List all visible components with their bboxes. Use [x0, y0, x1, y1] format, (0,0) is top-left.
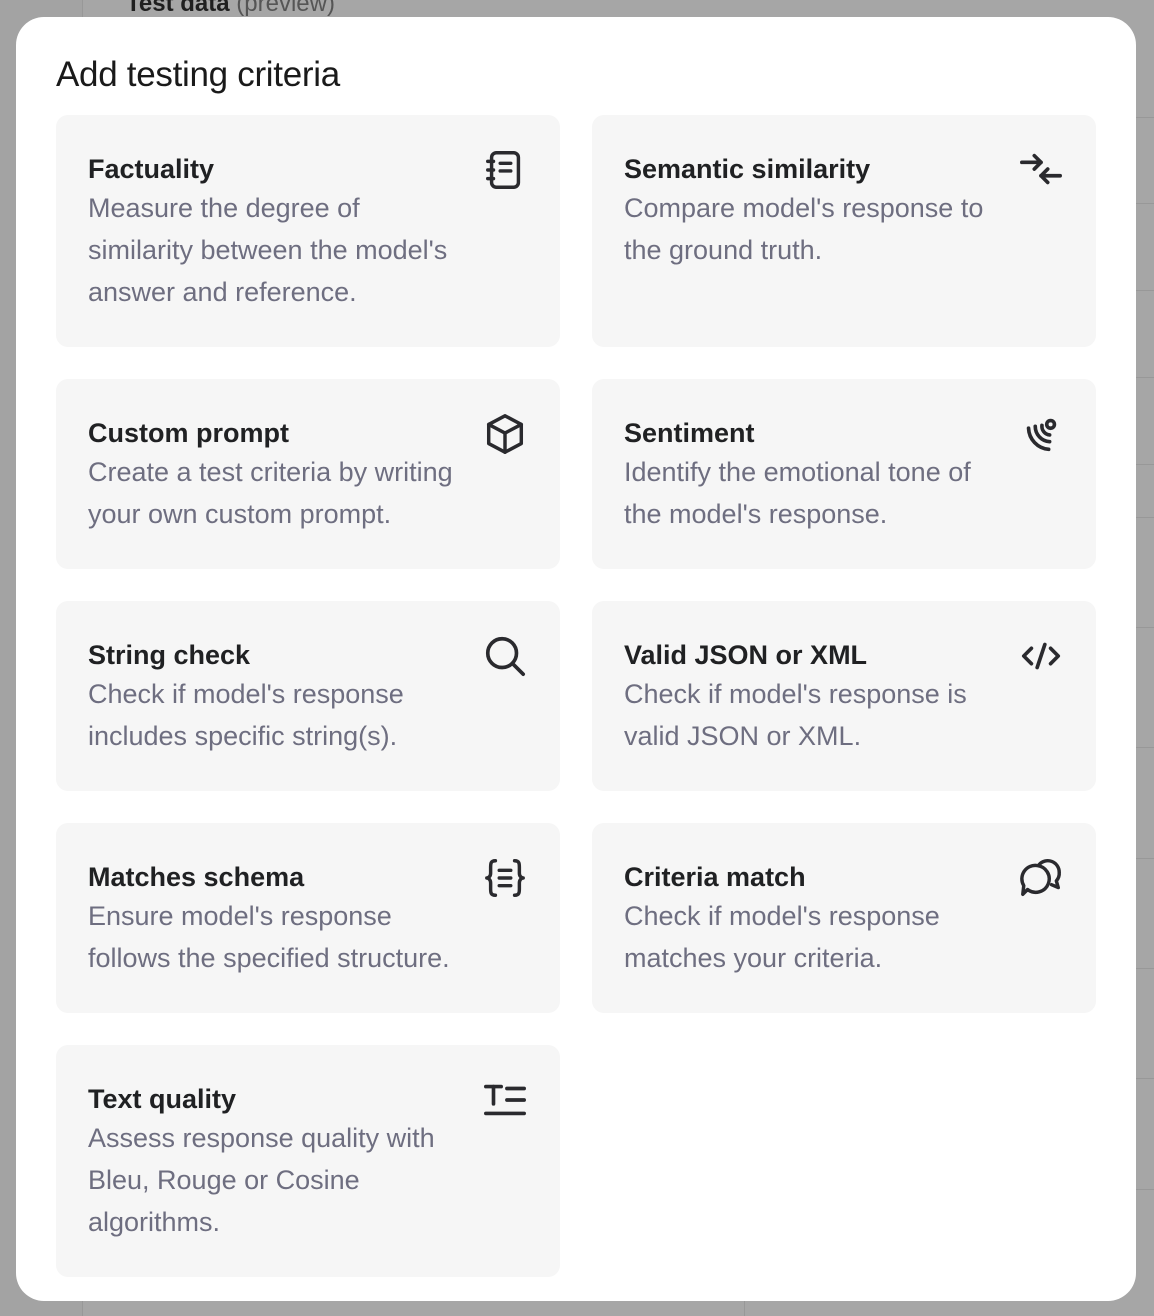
- background-divider: [744, 1300, 745, 1316]
- dialog-title: Add testing criteria: [56, 55, 340, 94]
- notebook-icon: [482, 147, 528, 193]
- arrows-converge-icon: [1018, 147, 1064, 193]
- code-icon: [1018, 633, 1064, 679]
- criteria-grid: Factuality Measure the degree of similar…: [56, 115, 1096, 1277]
- card-description: Check if model's response is valid JSON …: [624, 679, 967, 751]
- card-title: Sentiment: [624, 418, 755, 448]
- card-title: Factuality: [88, 154, 215, 184]
- background-title-text: Test data: [126, 0, 230, 17]
- card-title: Criteria match: [624, 862, 806, 892]
- sound-waves-icon: [1018, 411, 1064, 457]
- chat-bubbles-icon: [1018, 855, 1064, 901]
- card-title: Semantic similarity: [624, 154, 871, 184]
- criteria-card-matches-schema[interactable]: Matches schema Ensure model's response f…: [56, 823, 560, 1013]
- cube-icon: [482, 411, 528, 457]
- card-title: String check: [88, 640, 251, 670]
- criteria-card-sentiment[interactable]: Sentiment Identify the emotional tone of…: [592, 379, 1096, 569]
- text-format-icon: [482, 1077, 528, 1123]
- braces-icon: [482, 855, 528, 901]
- add-testing-criteria-dialog: Add testing criteria Factuality Measure …: [16, 17, 1136, 1301]
- card-description: Measure the degree of similarity between…: [88, 193, 448, 307]
- card-title: Matches schema: [88, 862, 305, 892]
- criteria-card-string-check[interactable]: String check Check if model's response i…: [56, 601, 560, 791]
- card-description: Compare model's response to the ground t…: [624, 193, 984, 265]
- search-icon: [482, 633, 528, 679]
- card-description: Create a test criteria by writing your o…: [88, 457, 453, 529]
- card-title: Valid JSON or XML: [624, 640, 868, 670]
- card-description: Identify the emotional tone of the model…: [624, 457, 971, 529]
- criteria-card-custom-prompt[interactable]: Custom prompt Create a test criteria by …: [56, 379, 560, 569]
- background-title-suffix: (preview): [236, 0, 335, 17]
- card-title: Custom prompt: [88, 418, 289, 448]
- background-section-title: Test data (preview): [126, 0, 335, 18]
- criteria-card-criteria-match[interactable]: Criteria match Check if model's response…: [592, 823, 1096, 1013]
- criteria-card-valid-json-or-xml[interactable]: Valid JSON or XML Check if model's respo…: [592, 601, 1096, 791]
- criteria-card-factuality[interactable]: Factuality Measure the degree of similar…: [56, 115, 560, 347]
- card-description: Check if model's response matches your c…: [624, 901, 940, 973]
- card-description: Assess response quality with Bleu, Rouge…: [88, 1123, 435, 1237]
- card-title: Text quality: [88, 1084, 237, 1114]
- criteria-card-text-quality[interactable]: Text quality Assess response quality wit…: [56, 1045, 560, 1277]
- card-description: Ensure model's response follows the spec…: [88, 901, 450, 973]
- criteria-card-semantic-similarity[interactable]: Semantic similarity Compare model's resp…: [592, 115, 1096, 347]
- card-description: Check if model's response includes speci…: [88, 679, 404, 751]
